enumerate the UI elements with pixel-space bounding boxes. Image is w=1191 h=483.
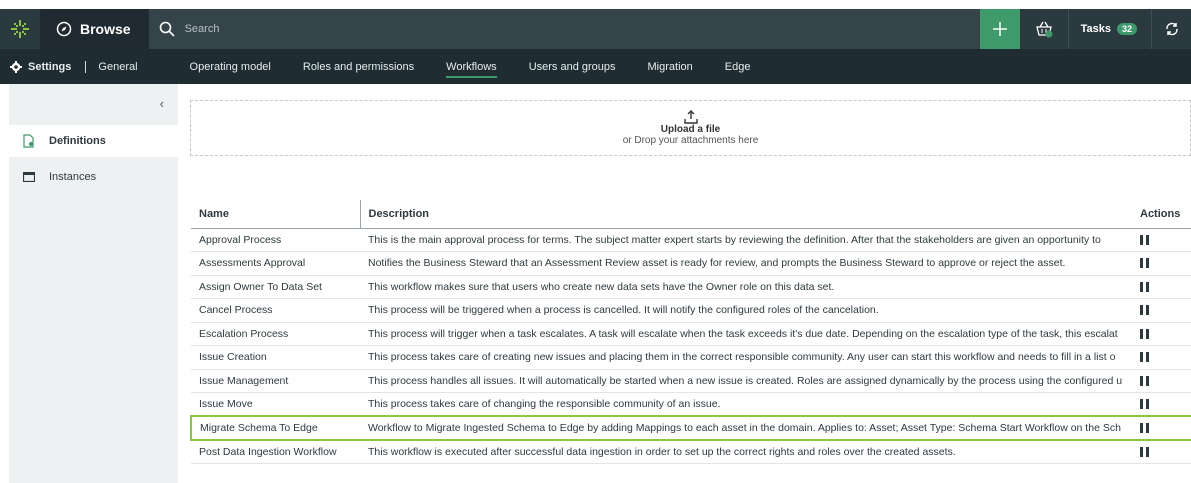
workflow-name[interactable]: Cancel Process bbox=[191, 298, 360, 323]
workflow-name[interactable]: Issue Move bbox=[191, 392, 360, 417]
document-flow-icon bbox=[23, 134, 34, 148]
pause-icon[interactable] bbox=[1140, 281, 1149, 292]
basket-icon bbox=[1035, 21, 1053, 38]
plus-icon bbox=[992, 22, 1007, 36]
workflow-description: This process handles all issues. It will… bbox=[360, 369, 1132, 393]
workflow-description: This process takes care of changing the … bbox=[360, 392, 1132, 417]
sidebar-item-label: Instances bbox=[49, 171, 97, 183]
tasks-count-badge: 32 bbox=[1116, 23, 1137, 35]
pause-icon[interactable] bbox=[1140, 305, 1149, 316]
create-button[interactable] bbox=[979, 9, 1020, 49]
settings-title: Settings bbox=[0, 60, 72, 73]
actions-cell bbox=[1132, 275, 1191, 299]
pause-icon[interactable] bbox=[1140, 399, 1149, 410]
column-header-name[interactable]: Name bbox=[191, 200, 360, 229]
actions-cell bbox=[1132, 439, 1191, 464]
pause-icon[interactable] bbox=[1140, 422, 1149, 433]
workflow-name[interactable]: Post Data Ingestion Workflow bbox=[191, 439, 360, 464]
window-icon bbox=[23, 172, 35, 182]
search-icon bbox=[159, 21, 175, 37]
pause-icon[interactable] bbox=[1140, 328, 1149, 339]
table-row[interactable]: Approval Process This is the main approva… bbox=[191, 228, 1191, 252]
table-row[interactable]: Migrate Schema To Edge Workflow to Migrat… bbox=[190, 415, 1191, 441]
workflow-description: This workflow is executed after successf… bbox=[360, 439, 1132, 464]
actions-cell bbox=[1132, 392, 1191, 417]
workflow-name[interactable]: Escalation Process bbox=[191, 322, 360, 346]
workflows-table: Name Description Actions Approval Proces… bbox=[190, 200, 1191, 464]
workflow-description: Notifies the Business Steward that an As… bbox=[360, 251, 1132, 276]
workflow-name[interactable]: Assessments Approval bbox=[191, 251, 360, 276]
tab-roles-and-permissions[interactable]: Roles and permissions bbox=[287, 49, 430, 84]
workflow-description: This is the main approval process for te… bbox=[360, 228, 1132, 252]
table-row[interactable]: Issue Management This process handles all… bbox=[191, 369, 1191, 393]
sidebar-item-label: Definitions bbox=[49, 135, 106, 147]
tab-migration[interactable]: Migration bbox=[632, 49, 709, 84]
refresh-icon bbox=[1165, 22, 1178, 36]
settings-label: Settings bbox=[28, 60, 72, 73]
upload-subtitle: or Drop your attachments here bbox=[622, 135, 759, 146]
actions-cell bbox=[1132, 228, 1191, 252]
pause-icon[interactable] bbox=[1140, 352, 1149, 363]
sidebar-item-definitions[interactable]: Definitions bbox=[9, 125, 178, 157]
table-header-row: Name Description Actions bbox=[191, 200, 1191, 229]
sync-button[interactable] bbox=[1151, 9, 1191, 49]
collibra-logo-icon bbox=[11, 20, 29, 38]
actions-cell bbox=[1132, 251, 1191, 276]
pause-icon[interactable] bbox=[1140, 234, 1149, 245]
tab-edge[interactable]: Edge bbox=[709, 49, 767, 84]
tab-users-and-groups[interactable]: Users and groups bbox=[513, 49, 632, 84]
table-row[interactable]: Issue Creation This process takes care of… bbox=[191, 345, 1191, 370]
workflow-description: This process will be triggered when a pr… bbox=[360, 298, 1132, 323]
upload-title: Upload a file bbox=[660, 124, 721, 135]
pause-icon[interactable] bbox=[1140, 258, 1149, 269]
tab-operating-model[interactable]: Operating model bbox=[174, 49, 287, 84]
table-row[interactable]: Post Data Ingestion Workflow This workflo… bbox=[191, 439, 1191, 464]
tab-workflows[interactable]: Workflows bbox=[430, 49, 513, 84]
actions-cell bbox=[1132, 369, 1191, 393]
tasks-button[interactable]: Tasks 32 bbox=[1067, 9, 1151, 49]
upload-dropzone[interactable]: Upload a file or Drop your attachments h… bbox=[190, 100, 1191, 156]
table-row[interactable]: Cancel Process This process will be trigg… bbox=[191, 298, 1191, 323]
workflow-description: This workflow makes sure that users who … bbox=[360, 275, 1132, 299]
tasks-label: Tasks bbox=[1080, 23, 1111, 35]
settings-navigation: Settings General Operating model Roles a… bbox=[0, 49, 1191, 84]
workflow-description: This process will trigger when a task es… bbox=[360, 322, 1132, 346]
table-row[interactable]: Issue Move This process takes care of cha… bbox=[191, 392, 1191, 417]
column-header-description[interactable]: Description bbox=[359, 200, 1132, 229]
upload-icon bbox=[683, 110, 698, 124]
workflow-description: Workflow to Migrate Ingested Schema to E… bbox=[360, 415, 1132, 441]
workflow-name[interactable]: Assign Owner To Data Set bbox=[191, 275, 360, 299]
actions-cell bbox=[1132, 298, 1191, 323]
gear-icon bbox=[10, 60, 22, 73]
table-row[interactable]: Assessments Approval Notifies the Busines… bbox=[191, 251, 1191, 276]
compass-icon bbox=[56, 21, 72, 37]
workflow-name[interactable]: Approval Process bbox=[191, 228, 360, 252]
top-navigation-bar: Browse Tasks 32 bbox=[0, 9, 1191, 49]
tab-general[interactable]: General bbox=[98, 49, 153, 84]
search-bar[interactable] bbox=[148, 9, 980, 49]
app-logo[interactable] bbox=[0, 9, 40, 49]
actions-cell bbox=[1132, 415, 1191, 441]
table-row[interactable]: Assign Owner To Data Set This workflow ma… bbox=[191, 275, 1191, 299]
browse-label: Browse bbox=[80, 21, 131, 37]
collapse-sidebar-button[interactable]: ‹ bbox=[160, 96, 164, 111]
basket-button[interactable] bbox=[1020, 9, 1068, 49]
actions-cell bbox=[1132, 345, 1191, 370]
pause-icon[interactable] bbox=[1140, 446, 1149, 457]
column-header-actions: Actions bbox=[1132, 200, 1191, 229]
browse-button[interactable]: Browse bbox=[40, 9, 149, 49]
search-input[interactable] bbox=[184, 23, 485, 35]
table-row[interactable]: Escalation Process This process will trig… bbox=[191, 322, 1191, 346]
sidebar-item-instances[interactable]: Instances bbox=[9, 161, 178, 193]
workflow-description: This process takes care of creating new … bbox=[360, 345, 1132, 370]
workflow-name[interactable]: Issue Management bbox=[191, 369, 360, 393]
actions-cell bbox=[1132, 322, 1191, 346]
workflow-name[interactable]: Migrate Schema To Edge bbox=[190, 415, 360, 441]
sidebar: ‹ Definitions Instances bbox=[9, 84, 178, 483]
workflow-name[interactable]: Issue Creation bbox=[191, 345, 360, 370]
divider bbox=[85, 60, 87, 73]
pause-icon[interactable] bbox=[1140, 375, 1149, 386]
